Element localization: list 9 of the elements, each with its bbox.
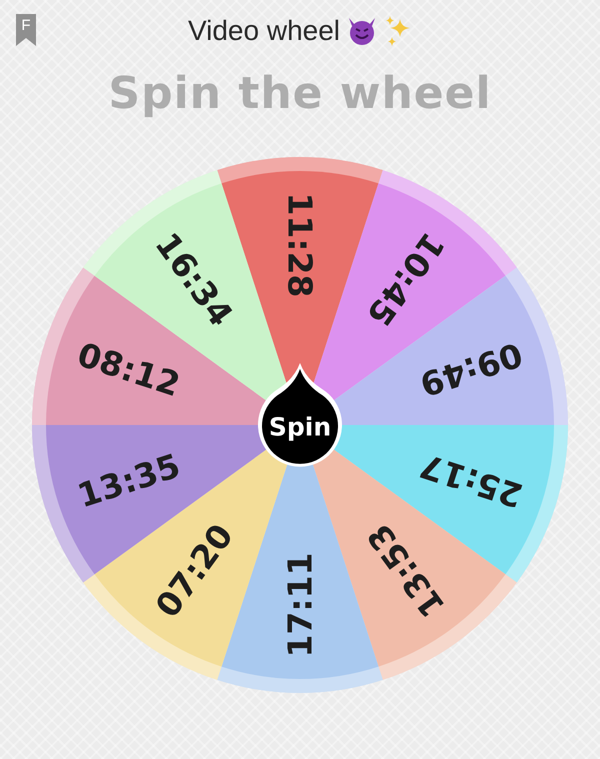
segment-label: 09:49 xyxy=(415,334,528,404)
segment-label: 13:35 xyxy=(72,446,185,516)
wheel-heading: Spin the wheel xyxy=(108,68,492,119)
segment-label: 25:17 xyxy=(415,446,528,516)
segment-label: 17:11 xyxy=(280,552,320,658)
page-title: Video wheel xyxy=(188,15,340,47)
segment-label: 11:28 xyxy=(280,192,320,298)
segment-label: 08:12 xyxy=(72,334,185,404)
spin-button[interactable]: Spin xyxy=(258,363,342,467)
